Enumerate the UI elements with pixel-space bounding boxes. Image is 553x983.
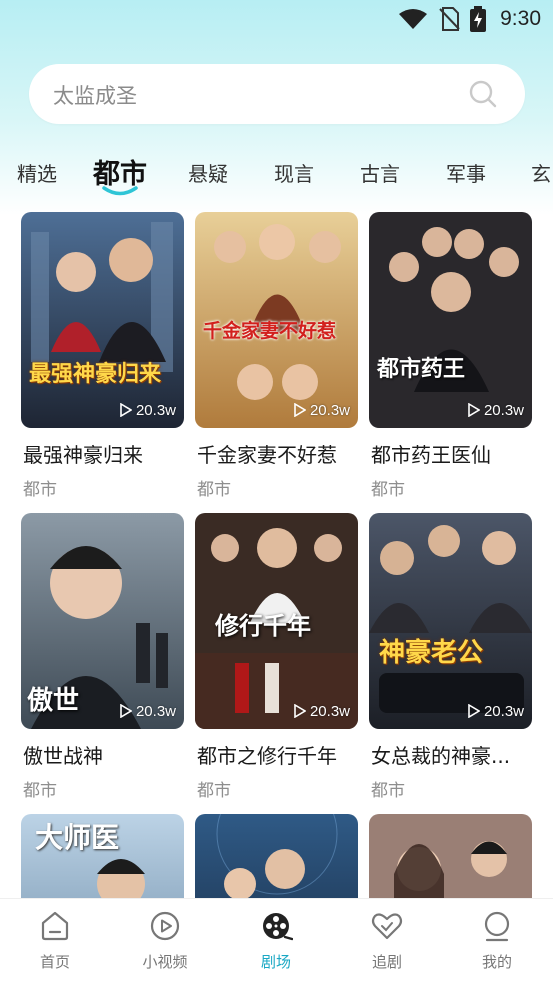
nav-home-label: 首页	[39, 953, 70, 971]
view-count: 20.3w	[483, 702, 524, 720]
view-count: 20.3w	[135, 702, 176, 720]
drama-poster[interactable]: 神豪老公 20.3w	[369, 513, 532, 729]
view-count-badge: 20.3w	[120, 701, 176, 721]
view-count: 20.3w	[483, 401, 524, 419]
wifi-icon	[399, 9, 428, 29]
search-bar[interactable]: 太监成圣	[29, 64, 525, 124]
drama-poster[interactable]	[195, 814, 358, 898]
tab-ancient-romance[interactable]: 古言	[360, 158, 400, 187]
nav-profile-label: 我的	[481, 953, 512, 971]
tab-fantasy[interactable]: 玄	[531, 158, 551, 187]
nav-following-label: 追剧	[371, 953, 402, 971]
poster-title-art: 最强神豪归来	[29, 362, 162, 387]
tab-active-indicator	[102, 186, 138, 196]
poster-title-art: 大师医	[35, 821, 120, 854]
play-icon	[294, 403, 306, 417]
nav-theater-label: 剧场	[260, 953, 291, 971]
poster-title-art: 修行千年	[215, 612, 311, 640]
play-icon	[120, 704, 132, 718]
poster-image	[369, 212, 532, 428]
nav-following[interactable]: 追剧	[342, 909, 432, 975]
drama-title[interactable]: 都市之修行千年	[197, 740, 362, 769]
drama-title[interactable]: 都市药王医仙	[371, 439, 536, 468]
profile-icon	[484, 911, 510, 942]
bottom-nav: 首页 小视频 剧场 追剧 我的	[0, 898, 553, 983]
play-icon	[468, 403, 480, 417]
drama-title[interactable]: 女总裁的神豪...	[371, 740, 536, 769]
home-icon	[41, 911, 69, 941]
play-icon	[294, 704, 306, 718]
drama-poster[interactable]: 傲世 20.3w	[21, 513, 184, 729]
poster-title-art: 都市药王	[377, 357, 466, 382]
poster-title-art: 千金家妻不好惹	[203, 320, 337, 342]
view-count: 20.3w	[309, 401, 350, 419]
nav-short-video[interactable]: 小视频	[120, 909, 210, 975]
drama-title[interactable]: 最强神豪归来	[23, 439, 188, 468]
category-tabs: 精选 都市 悬疑 现言 古言 军事 玄	[0, 148, 553, 202]
drama-poster[interactable]: 最强神豪归来 20.3w	[21, 212, 184, 428]
no-sim-icon	[439, 7, 460, 31]
status-icons: 9:30	[398, 6, 541, 32]
drama-poster[interactable]	[369, 814, 532, 898]
play-icon	[468, 704, 480, 718]
drama-genre: 都市	[23, 480, 57, 500]
poster-title-art: 神豪老公	[379, 638, 484, 668]
poster-image	[195, 814, 358, 898]
tab-military[interactable]: 军事	[446, 158, 486, 187]
drama-genre: 都市	[197, 781, 231, 801]
drama-grid: 最强神豪归来 20.3w 最强神豪归来 都市 千金家妻不好惹 20.3w 千金家…	[0, 212, 553, 898]
drama-genre: 都市	[371, 781, 405, 801]
tab-featured[interactable]: 精选	[17, 158, 57, 187]
poster-image	[369, 513, 532, 729]
play-icon	[120, 403, 132, 417]
drama-genre: 都市	[197, 480, 231, 500]
drama-title[interactable]: 傲世战神	[23, 740, 188, 769]
poster-image	[369, 814, 532, 898]
status-bar: 9:30	[0, 0, 553, 38]
search-icon[interactable]	[469, 80, 497, 108]
nav-home[interactable]: 首页	[10, 909, 100, 975]
view-count-badge: 20.3w	[468, 400, 524, 420]
drama-poster[interactable]: 修行千年 20.3w	[195, 513, 358, 729]
drama-genre: 都市	[371, 480, 405, 500]
drama-genre: 都市	[23, 781, 57, 801]
status-time: 9:30	[500, 7, 541, 30]
view-count-badge: 20.3w	[468, 701, 524, 721]
view-count-badge: 20.3w	[294, 701, 350, 721]
view-count: 20.3w	[309, 702, 350, 720]
play-circle-icon	[150, 911, 180, 941]
view-count-badge: 20.3w	[120, 400, 176, 420]
poster-image	[21, 212, 184, 428]
heart-icon	[371, 913, 403, 940]
nav-theater[interactable]: 剧场	[231, 909, 321, 975]
drama-poster[interactable]: 都市药王 20.3w	[369, 212, 532, 428]
film-reel-icon	[263, 913, 293, 941]
view-count-badge: 20.3w	[294, 400, 350, 420]
view-count: 20.3w	[135, 401, 176, 419]
search-input[interactable]: 太监成圣	[53, 80, 137, 110]
drama-poster[interactable]: 大师医	[21, 814, 184, 898]
nav-profile[interactable]: 我的	[452, 909, 542, 975]
tab-modern-romance[interactable]: 现言	[274, 158, 314, 187]
nav-short-video-label: 小视频	[142, 953, 188, 971]
poster-title-art: 傲世	[27, 686, 80, 716]
battery-charging-icon	[470, 6, 487, 32]
drama-title[interactable]: 千金家妻不好惹	[197, 439, 362, 468]
tab-suspense[interactable]: 悬疑	[188, 158, 228, 187]
drama-poster[interactable]: 千金家妻不好惹 20.3w	[195, 212, 358, 428]
